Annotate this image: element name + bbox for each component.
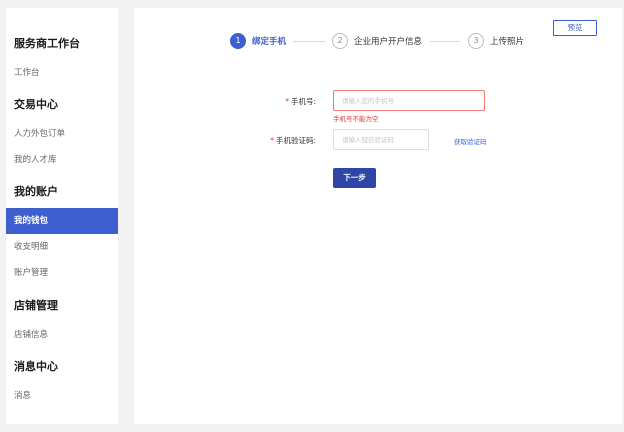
sidebar-item-store-info[interactable]: 店铺信息	[6, 322, 118, 348]
step-indicator: 1 绑定手机 2 企业用户开户信息 3 上传照片	[230, 32, 540, 50]
get-code-link[interactable]: 获取验证码	[454, 136, 487, 146]
step-connector	[430, 41, 460, 42]
step-connector	[293, 41, 325, 42]
step-enterprise-info: 2 企业用户开户信息	[332, 32, 422, 50]
phone-label-text: 手机号:	[290, 97, 316, 106]
required-mark: *	[285, 97, 289, 106]
sidebar-title-store: 店铺管理	[14, 299, 58, 312]
code-label: * 手机验证码:	[264, 135, 316, 146]
sidebar-item-workbench[interactable]: 工作台	[6, 60, 118, 86]
sidebar-title-account: 我的账户	[14, 185, 58, 198]
step-label: 绑定手机	[252, 37, 287, 47]
phone-input[interactable]	[333, 90, 485, 111]
step-number: 3	[468, 33, 484, 49]
sidebar-title-workbench: 服务商工作台	[14, 37, 80, 50]
sidebar-item-account-management[interactable]: 账户管理	[6, 260, 118, 286]
phone-error-message: 手机号不能为空	[333, 115, 379, 123]
step-bind-phone: 1 绑定手机	[230, 32, 286, 50]
next-step-button[interactable]: 下一步	[333, 168, 376, 188]
sidebar-title-messages: 消息中心	[14, 360, 58, 373]
code-label-text: 手机验证码:	[275, 136, 316, 145]
sms-code-input[interactable]	[333, 129, 429, 150]
step-label: 企业用户开户信息	[354, 37, 423, 47]
step-label: 上传照片	[490, 37, 525, 47]
sidebar-title-trade: 交易中心	[14, 98, 58, 111]
step-number: 2	[332, 33, 348, 49]
phone-label: * 手机号:	[282, 96, 316, 107]
sidebar-item-talent-pool[interactable]: 我的人才库	[6, 147, 118, 173]
sidebar: 服务商工作台 工作台 交易中心 人力外包订单 我的人才库 我的账户 我的钱包 收…	[6, 8, 118, 424]
sidebar-item-outsourcing-orders[interactable]: 人力外包订单	[6, 121, 118, 147]
required-mark: *	[270, 136, 274, 145]
sidebar-item-transactions[interactable]: 收支明细	[6, 234, 118, 260]
step-upload-photos: 3 上传照片	[468, 32, 524, 50]
preview-button[interactable]: 预览	[553, 20, 597, 36]
main-panel: 预览 1 绑定手机 2 企业用户开户信息 3 上传照片 *手机号: 手机号不能为…	[134, 8, 622, 424]
sidebar-item-wallet[interactable]: 我的钱包	[6, 208, 118, 234]
sidebar-item-messages[interactable]: 消息	[6, 383, 118, 409]
step-number: 1	[230, 33, 246, 49]
